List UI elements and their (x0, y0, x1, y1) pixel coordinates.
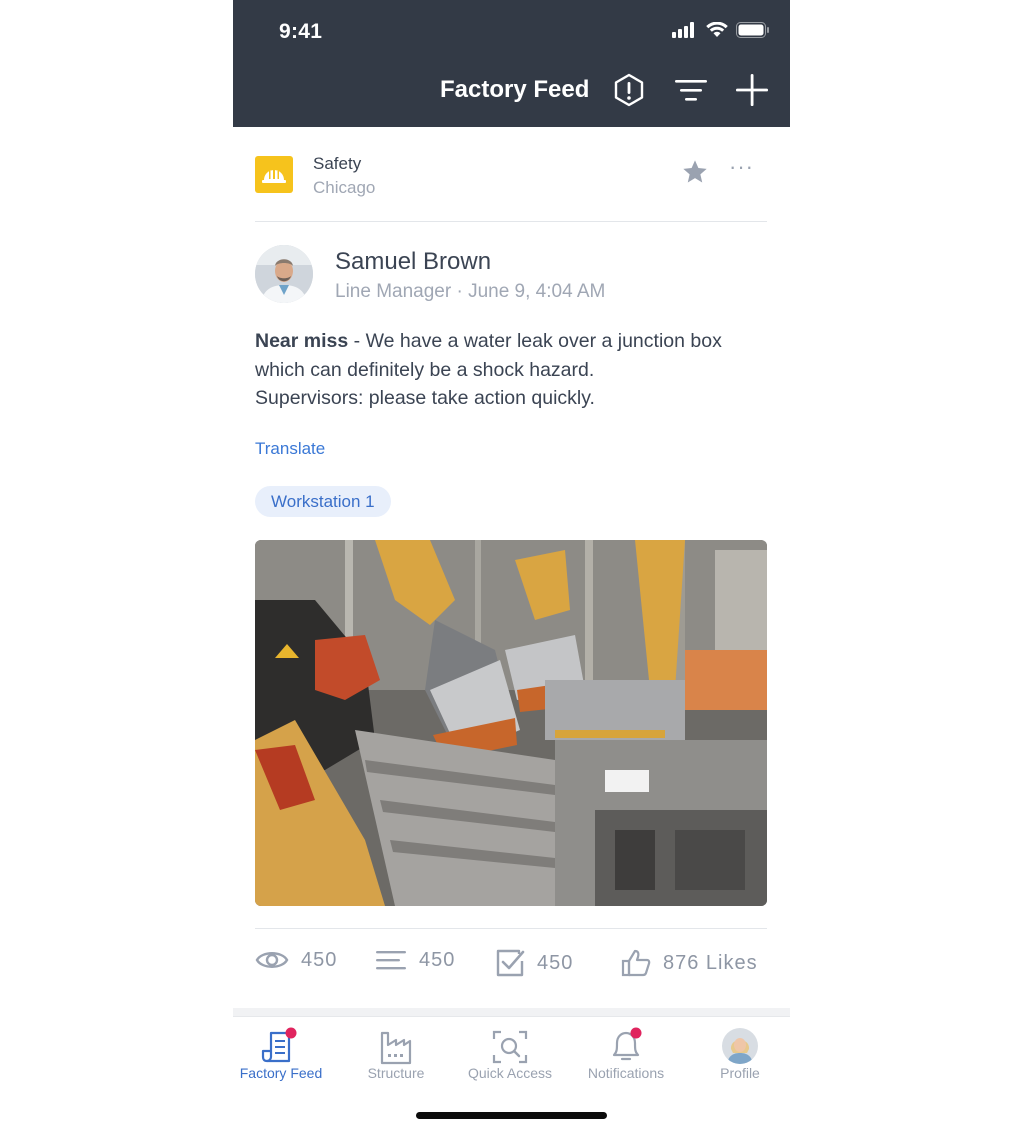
tab-structure[interactable]: Structure (341, 1025, 451, 1081)
signal-icon (672, 22, 694, 38)
add-icon[interactable] (734, 72, 770, 108)
home-indicator (416, 1112, 607, 1119)
tab-label: Profile (720, 1065, 760, 1081)
author-meta: Line Manager · June 9, 4:04 AM (335, 281, 606, 302)
views-count: 450 (301, 948, 338, 971)
post-stats: 450 450 450 876 Likes (255, 948, 767, 988)
author-name[interactable]: Samuel Brown (335, 248, 491, 276)
tab-label: Structure (367, 1065, 425, 1081)
star-icon[interactable] (681, 158, 709, 186)
channel-location: Chicago (313, 178, 376, 197)
alert-icon[interactable] (611, 72, 647, 108)
tab-label: Quick Access (467, 1065, 553, 1081)
divider (255, 221, 767, 222)
thumbs-up-icon (621, 949, 651, 977)
factory-icon (380, 1031, 412, 1065)
bell-icon (612, 1027, 642, 1061)
tab-label: Factory Feed (239, 1065, 323, 1081)
workstation-tag[interactable]: Workstation 1 (255, 486, 391, 517)
comments-stat[interactable]: 450 (375, 948, 455, 972)
comments-icon (376, 951, 406, 970)
eye-icon (255, 952, 289, 968)
likes-stat[interactable]: 876 Likes (621, 948, 758, 978)
status-icons (672, 22, 770, 38)
post-type: Near miss (255, 330, 349, 352)
post-image[interactable] (255, 540, 767, 906)
divider (255, 928, 767, 929)
tab-label: Notifications (587, 1065, 665, 1081)
safety-helmet-icon (255, 156, 293, 193)
author-avatar[interactable] (255, 245, 313, 303)
notification-badge (630, 1027, 642, 1039)
feed-icon (261, 1027, 297, 1063)
phone-screen: 9:41 Factory Feed Safety Chicago ··· Sam… (233, 0, 790, 1132)
tab-quick-access[interactable]: Quick Access (455, 1025, 565, 1081)
tasks-count: 450 (537, 951, 574, 974)
checkbox-icon (496, 949, 525, 977)
more-options-icon[interactable]: ··· (729, 156, 754, 178)
status-time: 9:41 (279, 20, 323, 43)
page-title: Factory Feed (440, 76, 590, 103)
tasks-stat[interactable]: 450 (495, 948, 573, 978)
tab-notifications[interactable]: Notifications (571, 1025, 681, 1081)
tab-bar: Factory Feed Structure Quick Access Noti… (233, 1016, 790, 1087)
likes-count: 876 Likes (663, 951, 758, 974)
comments-count: 450 (419, 948, 456, 971)
filter-icon[interactable] (673, 72, 709, 108)
views-stat[interactable]: 450 (255, 948, 337, 972)
channel-name: Safety (313, 154, 362, 173)
wifi-icon (706, 22, 728, 37)
notification-badge (285, 1027, 297, 1039)
tab-profile[interactable]: Profile (685, 1025, 795, 1081)
tab-factory-feed[interactable]: Factory Feed (226, 1025, 336, 1081)
app-header: 9:41 Factory Feed (233, 0, 790, 127)
section-separator (233, 1008, 790, 1016)
scan-icon (492, 1030, 528, 1064)
translate-link[interactable]: Translate (255, 439, 325, 459)
profile-avatar (722, 1028, 758, 1064)
post-text-line2: Supervisors: please take action quickly. (255, 387, 595, 410)
post-body: Near miss - We have a water leak over a … (255, 327, 767, 413)
battery-icon (736, 22, 769, 38)
